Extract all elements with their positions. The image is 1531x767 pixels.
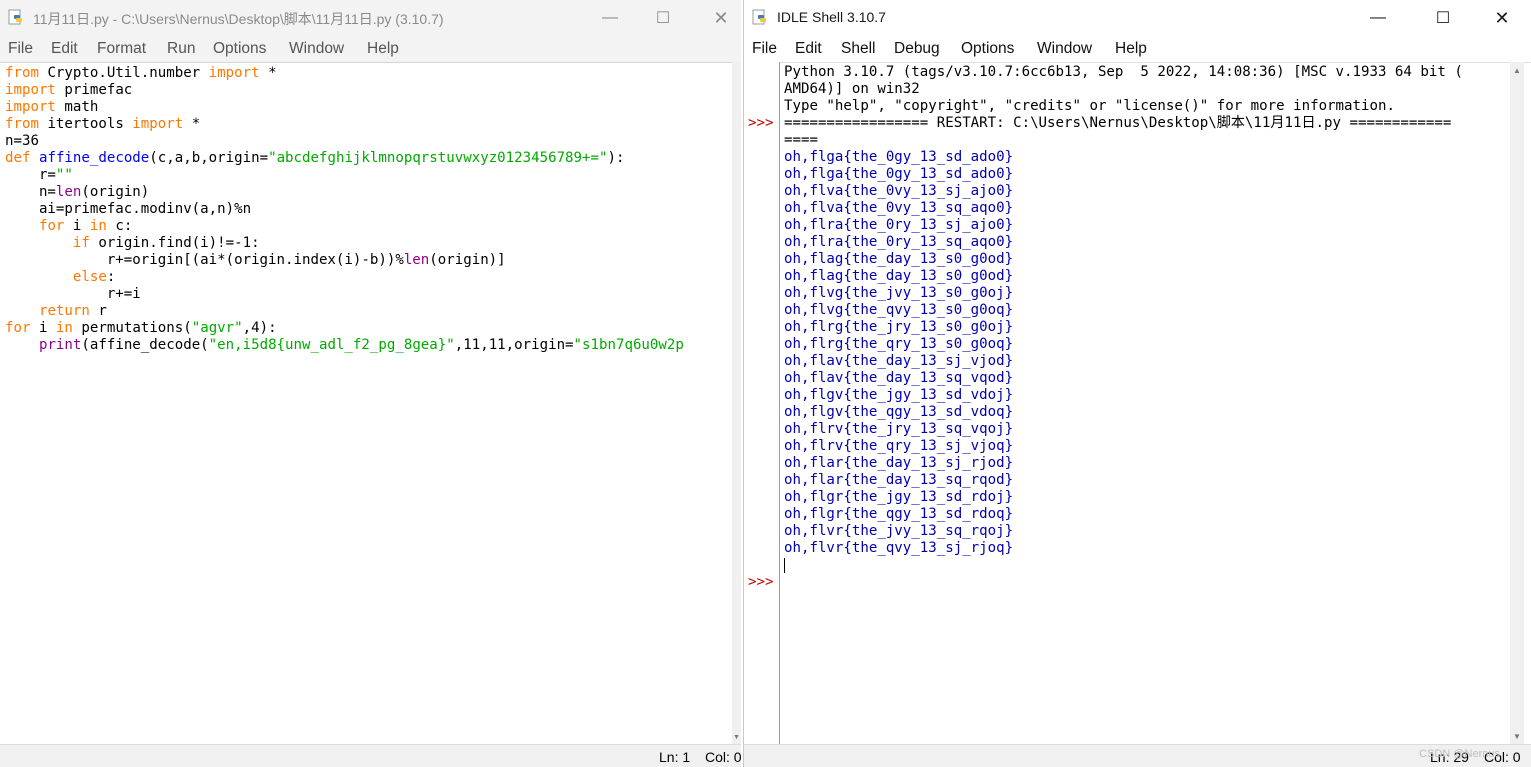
text-cursor bbox=[784, 557, 785, 573]
code-line: return r bbox=[38, 303, 107, 319]
output-line: oh,flva{the_0vy_13_sj_ajo0} bbox=[784, 183, 1014, 199]
code-line: import math bbox=[5, 99, 99, 115]
code-editor[interactable]: from Crypto.Util.number import * import p… bbox=[0, 62, 732, 746]
menu-help[interactable]: Help bbox=[1115, 40, 1147, 58]
menu-edit[interactable]: Edit bbox=[51, 40, 78, 58]
editor-menubar: File Edit Format Run Options Window Help bbox=[0, 36, 741, 62]
line-indicator: Ln: 1 bbox=[659, 749, 691, 765]
output-line: oh,flra{the_0ry_13_sq_aqo0} bbox=[784, 234, 1014, 250]
close-icon[interactable]: ✕ bbox=[1479, 0, 1525, 36]
python-file-icon bbox=[8, 9, 22, 25]
output-line: oh,flgr{the_jgy_13_sd_rdoj} bbox=[784, 489, 1014, 505]
output-line: oh,flvr{the_qvy_13_sj_rjoq} bbox=[784, 540, 1014, 556]
output-line: oh,flgr{the_qgy_13_sd_rdoq} bbox=[784, 506, 1014, 522]
shell-text: Python 3.10.7 (tags/v3.10.7:6cc6b13, Sep… bbox=[784, 64, 1463, 574]
menu-file[interactable]: File bbox=[752, 40, 777, 58]
output-line: oh,flgv{the_qgy_13_sd_vdoq} bbox=[784, 404, 1014, 420]
maximize-icon[interactable]: ☐ bbox=[1420, 0, 1466, 36]
menu-shell[interactable]: Shell bbox=[841, 40, 875, 58]
editor-titlebar[interactable]: 11月11日.py - C:\Users\Nernus\Desktop\脚本\1… bbox=[0, 0, 741, 36]
output-line: oh,flga{the_0gy_13_sd_ado0} bbox=[784, 149, 1014, 165]
scroll-up-icon[interactable]: ▲ bbox=[1513, 66, 1521, 75]
output-line: oh,flga{the_0gy_13_sd_ado0} bbox=[784, 166, 1014, 182]
menu-options[interactable]: Options bbox=[961, 40, 1014, 58]
editor-scrollbar[interactable]: ▼ bbox=[732, 62, 741, 745]
output-line: oh,flvr{the_jvy_13_sq_rqoj} bbox=[784, 523, 1014, 539]
output-line: oh,flra{the_0ry_13_sj_ajo0} bbox=[784, 217, 1014, 233]
prompt-marker: >>> bbox=[748, 115, 774, 131]
restart-line: ==== bbox=[784, 132, 818, 148]
output-line: oh,flav{the_day_13_sj_vjod} bbox=[784, 353, 1014, 369]
minimize-icon[interactable]: — bbox=[587, 0, 633, 36]
code-line: ai=primefac.modinv(a,n)%n bbox=[5, 201, 252, 217]
banner-line: Python 3.10.7 (tags/v3.10.7:6cc6b13, Sep… bbox=[784, 64, 1463, 80]
shell-statusbar: Ln: 29 Col: 0 bbox=[744, 744, 1531, 767]
python-shell-icon bbox=[752, 9, 766, 25]
shell-title: IDLE Shell 3.10.7 bbox=[777, 9, 886, 25]
output-line: oh,flva{the_0vy_13_sq_aqo0} bbox=[784, 200, 1014, 216]
editor-window: 11月11日.py - C:\Users\Nernus\Desktop\脚本\1… bbox=[0, 0, 741, 767]
watermark: CSDN @Nernus bbox=[1419, 748, 1500, 760]
maximize-icon[interactable]: ☐ bbox=[640, 0, 686, 36]
code-line: if origin.find(i)!=-1: bbox=[72, 235, 260, 251]
menu-options[interactable]: Options bbox=[213, 40, 266, 58]
code-line: def affine_decode(c,a,b,origin="abcdefgh… bbox=[5, 150, 625, 166]
shell-console[interactable]: Python 3.10.7 (tags/v3.10.7:6cc6b13, Sep… bbox=[780, 62, 1510, 745]
code-line: import primefac bbox=[5, 82, 133, 98]
scroll-down-icon[interactable]: ▼ bbox=[733, 734, 740, 741]
code-line: n=len(origin) bbox=[5, 184, 150, 200]
code-line: for i in permutations("agvr",4): bbox=[5, 320, 277, 336]
menu-format[interactable]: Format bbox=[97, 40, 146, 58]
output-line: oh,flag{the_day_13_s0_g0od} bbox=[784, 268, 1014, 284]
code-line: print(affine_decode("en,i5d8{unw_adl_f2_… bbox=[38, 337, 684, 353]
menu-window[interactable]: Window bbox=[1037, 40, 1092, 58]
editor-title: 11月11日.py - C:\Users\Nernus\Desktop\脚本\1… bbox=[33, 11, 444, 27]
code-line: r+=i bbox=[5, 286, 141, 302]
code-text: from Crypto.Util.number import * import p… bbox=[5, 65, 684, 354]
output-line: oh,flrv{the_qry_13_sj_vjoq} bbox=[784, 438, 1014, 454]
menu-edit[interactable]: Edit bbox=[795, 40, 822, 58]
restart-line: ================= RESTART: C:\Users\Nern… bbox=[784, 115, 1452, 131]
code-line: else: bbox=[72, 269, 116, 285]
output-line: oh,flar{the_day_13_sq_rqod} bbox=[784, 472, 1014, 488]
code-line: for i in c: bbox=[38, 218, 133, 234]
shell-prompt-sidebar: >>> >>> bbox=[744, 62, 780, 745]
output-line: oh,flrg{the_jry_13_s0_g0oj} bbox=[784, 319, 1014, 335]
minimize-icon[interactable]: — bbox=[1355, 0, 1401, 36]
code-line: n=36 bbox=[5, 133, 39, 149]
menu-help[interactable]: Help bbox=[367, 40, 399, 58]
output-line: oh,flrv{the_jry_13_sq_vqoj} bbox=[784, 421, 1014, 437]
prompt-marker: >>> bbox=[748, 574, 774, 590]
scroll-down-icon[interactable]: ▼ bbox=[1513, 732, 1521, 741]
output-line: oh,flvg{the_jvy_13_s0_g0oj} bbox=[784, 285, 1014, 301]
output-line: oh,flar{the_day_13_sj_rjod} bbox=[784, 455, 1014, 471]
output-line: oh,flvg{the_qvy_13_s0_g0oq} bbox=[784, 302, 1014, 318]
banner-line: AMD64)] on win32 bbox=[784, 81, 920, 97]
menu-debug[interactable]: Debug bbox=[894, 40, 940, 58]
menu-window[interactable]: Window bbox=[289, 40, 344, 58]
code-line: from Crypto.Util.number import * bbox=[5, 65, 277, 81]
shell-window: IDLE Shell 3.10.7 — ☐ ✕ File Edit Shell … bbox=[743, 0, 1531, 767]
output-line: oh,flrg{the_qry_13_s0_g0oq} bbox=[784, 336, 1014, 352]
editor-statusbar: Ln: 1 Col: 0 bbox=[0, 744, 741, 767]
shell-titlebar[interactable]: IDLE Shell 3.10.7 — ☐ ✕ bbox=[744, 0, 1531, 36]
output-line: oh,flag{the_day_13_s0_g0od} bbox=[784, 251, 1014, 267]
code-line: r+=origin[(ai*(origin.index(i)-b))%len(o… bbox=[5, 252, 506, 268]
input-line bbox=[784, 557, 1463, 574]
shell-scrollbar[interactable]: ▲ ▼ bbox=[1510, 62, 1524, 745]
menu-file[interactable]: File bbox=[8, 40, 33, 58]
code-line: from itertools import * bbox=[5, 116, 201, 132]
menu-run[interactable]: Run bbox=[167, 40, 195, 58]
banner-line: Type "help", "copyright", "credits" or "… bbox=[784, 98, 1395, 114]
output-line: oh,flav{the_day_13_sq_vqod} bbox=[784, 370, 1014, 386]
shell-menubar: File Edit Shell Debug Options Window Hel… bbox=[744, 36, 1531, 63]
close-icon[interactable]: ✕ bbox=[698, 0, 741, 36]
column-indicator: Col: 0 bbox=[705, 749, 741, 765]
output-line: oh,flgv{the_jgy_13_sd_vdoj} bbox=[784, 387, 1014, 403]
code-line: r="" bbox=[5, 167, 73, 183]
